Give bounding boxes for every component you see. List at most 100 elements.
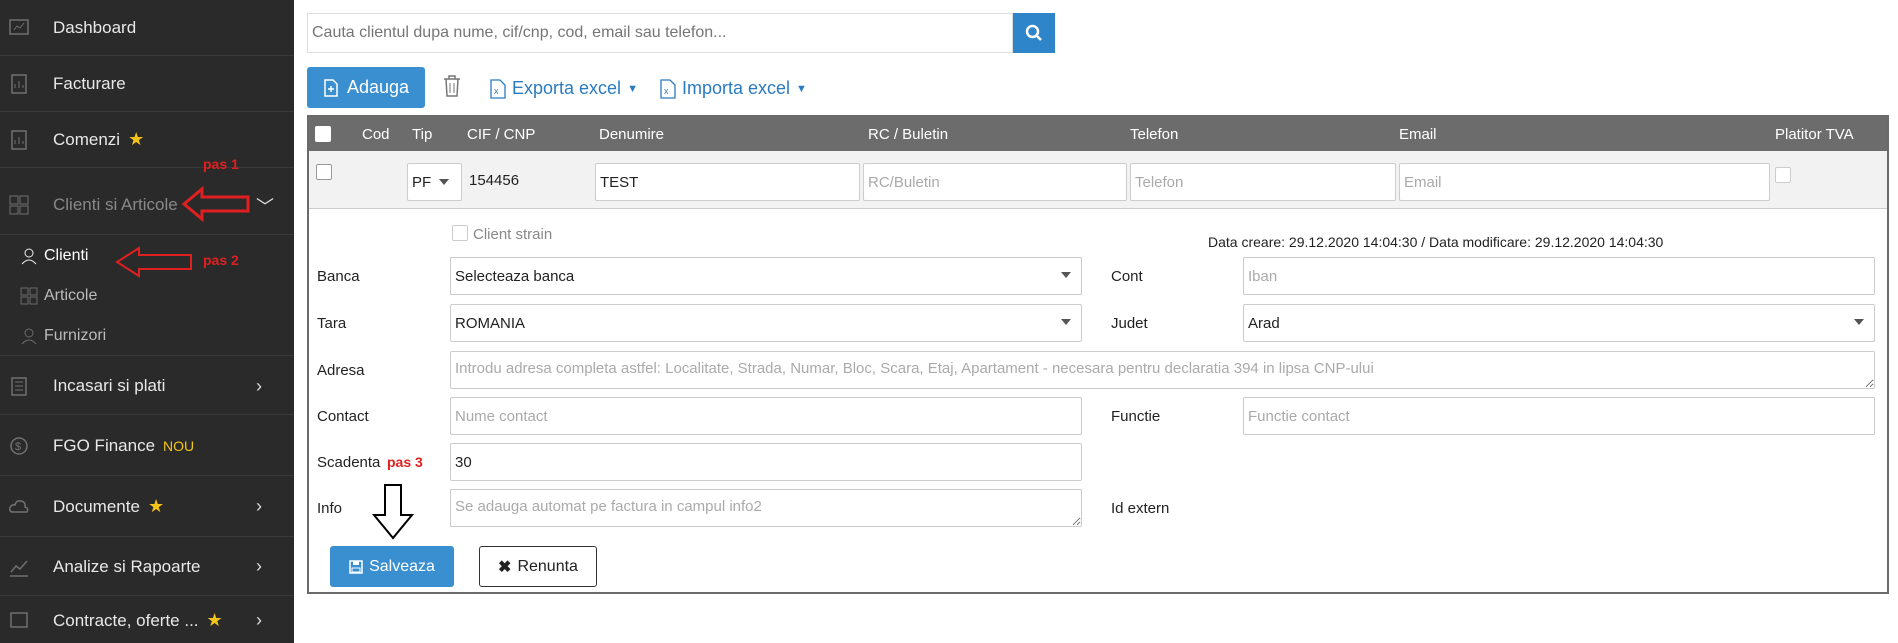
tara-value: ROMANIA	[455, 314, 526, 332]
chevron-down-icon: ﹀	[256, 197, 274, 217]
telefon-input[interactable]	[1130, 163, 1396, 201]
svg-text:x: x	[494, 86, 499, 96]
banca-select[interactable]: Selecteaza banca	[450, 257, 1082, 295]
chevron-right-icon: ›	[256, 375, 262, 396]
email-input[interactable]	[1399, 163, 1770, 201]
nav-incasari[interactable]: Incasari si plati ›	[0, 358, 294, 415]
trash-icon[interactable]	[441, 74, 463, 98]
search-input[interactable]	[307, 13, 1013, 53]
save-label: Salveaza	[369, 557, 435, 575]
select-all-checkbox[interactable]	[315, 126, 331, 142]
client-grid: Cod Tip CIF / CNP Denumire RC / Buletin …	[307, 115, 1889, 594]
chevron-right-icon: ›	[256, 609, 262, 630]
nav-dashboard[interactable]: Dashboard	[0, 0, 294, 56]
new-badge: NOU	[163, 437, 195, 454]
nav-label: FGO Finance NOU	[53, 435, 195, 455]
star-icon: ★	[206, 609, 223, 630]
cloud-icon	[9, 499, 29, 513]
nav-label: Documente ★	[53, 496, 165, 516]
star-icon: ★	[128, 129, 145, 149]
step-annotation-1: pas 1	[203, 156, 239, 172]
platitor-tva-checkbox[interactable]	[1775, 167, 1791, 183]
caret-down-icon	[1854, 319, 1864, 325]
nav-label: Analize si Rapoarte	[53, 556, 201, 576]
tip-value: PF	[412, 173, 432, 191]
scadenta-input[interactable]	[450, 443, 1082, 481]
contact-input[interactable]	[450, 397, 1082, 435]
judet-select[interactable]: Arad	[1243, 304, 1875, 342]
svg-text:x: x	[664, 86, 669, 96]
user-icon	[21, 328, 37, 344]
tara-select[interactable]: ROMANIA	[450, 304, 1082, 342]
step-annotation-2: pas 2	[203, 252, 239, 268]
contract-icon	[10, 612, 28, 628]
row-checkbox[interactable]	[316, 164, 332, 180]
nav-label: Facturare	[53, 73, 126, 93]
caret-down-icon: ▼	[627, 82, 638, 95]
client-strain-label: Client strain	[473, 226, 553, 243]
cont-input[interactable]	[1243, 257, 1875, 295]
excel-icon: x	[660, 78, 676, 99]
floppy-disk-icon	[349, 559, 363, 574]
col-header-cod: Cod	[362, 126, 390, 143]
caret-down-icon	[439, 179, 449, 185]
nav-documente[interactable]: Documente ★ ›	[0, 477, 294, 537]
nav-label: Clienti si Articole	[53, 194, 178, 214]
rc-input[interactable]	[863, 163, 1127, 201]
nav-analize[interactable]: Analize si Rapoarte ›	[0, 538, 294, 596]
sidebar: Dashboard Facturare Comenzi ★ Clienti si …	[0, 0, 294, 643]
denumire-input[interactable]	[595, 163, 860, 201]
info-input[interactable]	[450, 489, 1082, 527]
save-button[interactable]: Salveaza	[330, 546, 454, 587]
adresa-label: Adresa	[317, 362, 365, 379]
adresa-input[interactable]	[450, 351, 1875, 389]
tip-select[interactable]: PF	[407, 163, 462, 201]
nav-label: Incasari si plati	[53, 376, 166, 395]
col-header-telefon: Telefon	[1130, 126, 1179, 143]
arrow-left-icon	[182, 186, 250, 222]
search-button[interactable]	[1013, 13, 1055, 53]
import-excel-button[interactable]: x Importa excel ▼	[660, 78, 807, 99]
table-header: Cod Tip CIF / CNP Denumire RC / Buletin …	[309, 117, 1887, 151]
nav-contracte[interactable]: Contracte, oferte ... ★ ›	[0, 597, 294, 643]
client-strain-checkbox[interactable]	[452, 225, 468, 241]
caret-down-icon	[1061, 272, 1071, 278]
nav-label: Contracte, oferte ... ★	[53, 609, 223, 630]
sub-label: Clienti	[44, 247, 89, 264]
col-header-rc: RC / Buletin	[868, 126, 949, 143]
add-button[interactable]: Adauga	[307, 67, 425, 108]
scadenta-label: Scadenta	[317, 454, 381, 471]
dashboard-icon	[9, 18, 29, 35]
nav-comenzi[interactable]: Comenzi ★	[0, 112, 294, 168]
export-excel-button[interactable]: x Exporta excel ▼	[490, 78, 638, 99]
sub-label: Furnizori	[44, 326, 107, 344]
nav-fgo-finance[interactable]: $ FGO Finance NOU	[0, 416, 294, 476]
star-icon: ★	[147, 496, 165, 516]
user-icon	[21, 248, 37, 265]
dates-info: Data creare: 29.12.2020 14:04:30 / Data …	[1208, 234, 1664, 250]
caret-down-icon: ▼	[796, 82, 807, 95]
chevron-right-icon: ›	[256, 556, 262, 576]
add-button-label: Adauga	[346, 77, 410, 97]
col-header-denumire: Denumire	[599, 126, 665, 143]
new-file-icon	[324, 78, 338, 97]
cancel-label: Renunta	[517, 557, 578, 575]
nav-facturare[interactable]: Facturare	[0, 56, 294, 112]
svg-text:$: $	[15, 441, 21, 453]
id-extern-label: Id extern	[1111, 500, 1170, 517]
col-header-cif: CIF / CNP	[467, 126, 536, 143]
cancel-button[interactable]: ✖ Renunta	[479, 546, 597, 587]
banca-label: Banca	[317, 268, 360, 285]
tara-label: Tara	[317, 315, 347, 332]
col-header-email: Email	[1399, 126, 1437, 143]
sidebar-item-furnizori[interactable]: Furnizori	[0, 316, 294, 356]
import-label: Importa excel	[682, 78, 791, 98]
search-icon	[1025, 24, 1042, 41]
export-label: Exporta excel	[512, 78, 622, 98]
sidebar-item-articole[interactable]: Articole	[0, 276, 294, 316]
chevron-right-icon: ›	[256, 496, 262, 516]
close-icon: ✖	[498, 558, 512, 576]
grid-icon	[9, 195, 29, 214]
functie-input[interactable]	[1243, 397, 1875, 435]
col-header-tip: Tip	[412, 126, 433, 143]
